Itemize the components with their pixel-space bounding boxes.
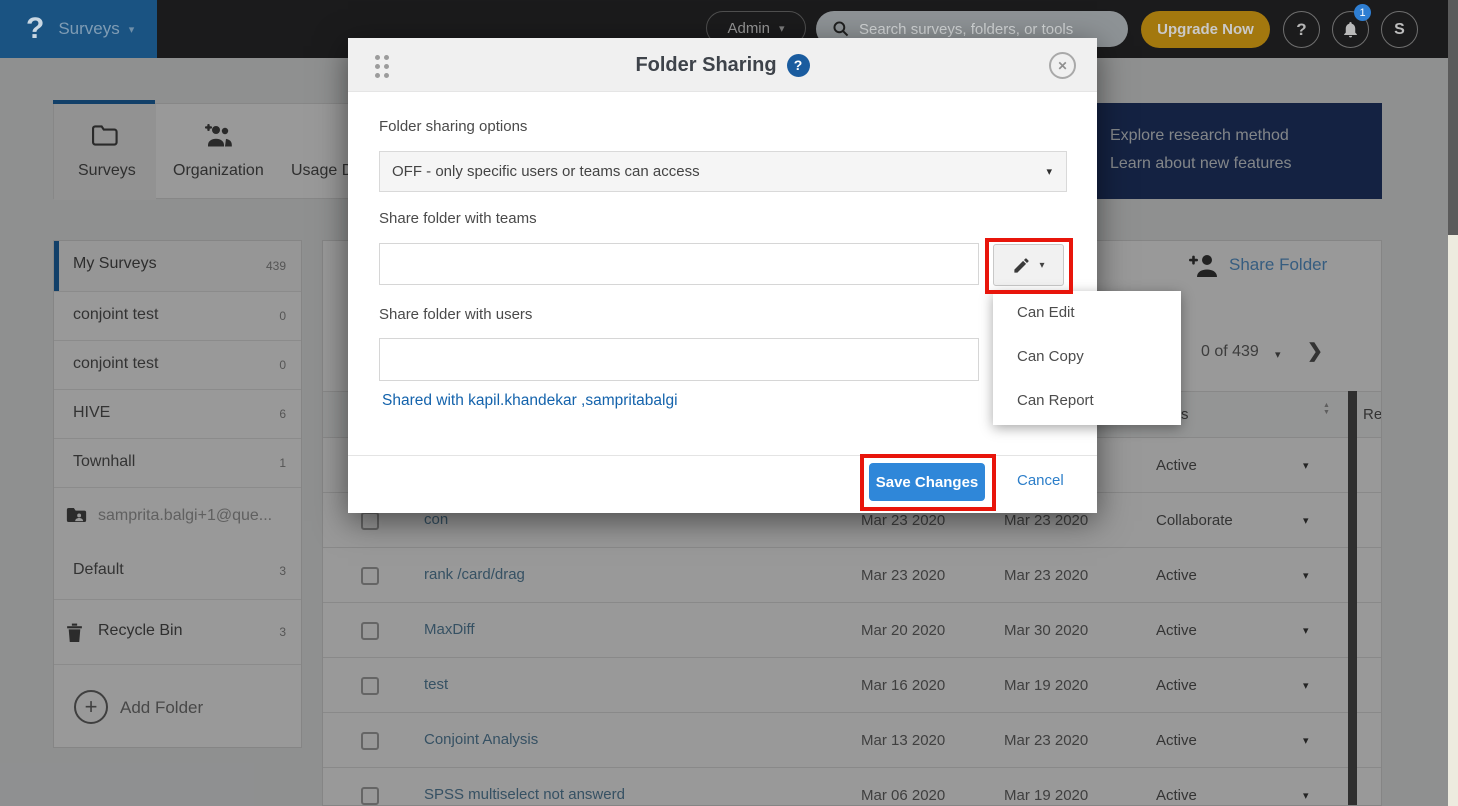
page-scrollbar-thumb[interactable] [1448,0,1458,235]
cancel-link[interactable]: Cancel [1017,472,1064,489]
menu-item-can-edit[interactable]: Can Edit [993,291,1181,335]
admin-menu-label: Admin [727,20,770,37]
chevron-down-icon: ▾ [129,23,135,36]
upgrade-now-button[interactable]: Upgrade Now [1141,11,1270,48]
search-icon [832,20,850,38]
modal-title-wrap: Folder Sharing ? [348,38,1097,92]
chevron-down-icon: ▾ [779,22,785,35]
avatar-initial: S [1394,21,1405,39]
menu-item-can-report[interactable]: Can Report [993,379,1181,423]
close-icon[interactable]: ✕ [1049,52,1076,79]
avatar[interactable]: S [1381,11,1418,48]
share-users-label: Share folder with users [379,306,532,323]
questionpro-logo-icon: ? [26,12,44,46]
sharing-options-label: Folder sharing options [379,118,527,135]
annotation-box-permissions-button [985,238,1073,294]
product-menu[interactable]: ? Surveys ▾ [0,0,157,58]
sharing-options-value: OFF - only specific users or teams can a… [392,163,700,180]
share-teams-label: Share folder with teams [379,210,537,227]
menu-item-can-copy[interactable]: Can Copy [993,335,1181,379]
search-input[interactable] [859,21,1109,38]
sharing-options-select[interactable]: OFF - only specific users or teams can a… [379,151,1067,192]
annotation-box-save-button [860,454,996,511]
caret-down-icon: ▾ [1046,165,1052,178]
permissions-menu: Can Edit Can Copy Can Report [993,291,1181,425]
share-users-input[interactable] [379,338,979,381]
help-icon: ? [1296,20,1306,40]
shared-with-note: Shared with kapil.khandekar ,sampritabal… [382,392,678,410]
modal-header: Folder Sharing ? ✕ [348,38,1097,92]
modal-title: Folder Sharing [635,54,776,77]
product-menu-label: Surveys [58,19,119,39]
share-teams-input[interactable] [379,243,979,285]
bell-icon [1341,20,1360,39]
help-button[interactable]: ? [1283,11,1320,48]
page-scrollbar[interactable] [1448,0,1458,806]
notification-badge: 1 [1354,4,1371,21]
help-icon[interactable]: ? [787,54,810,77]
screen: ? Surveys ▾ Admin ▾ Upgrade Now ? S 1 [0,0,1458,806]
